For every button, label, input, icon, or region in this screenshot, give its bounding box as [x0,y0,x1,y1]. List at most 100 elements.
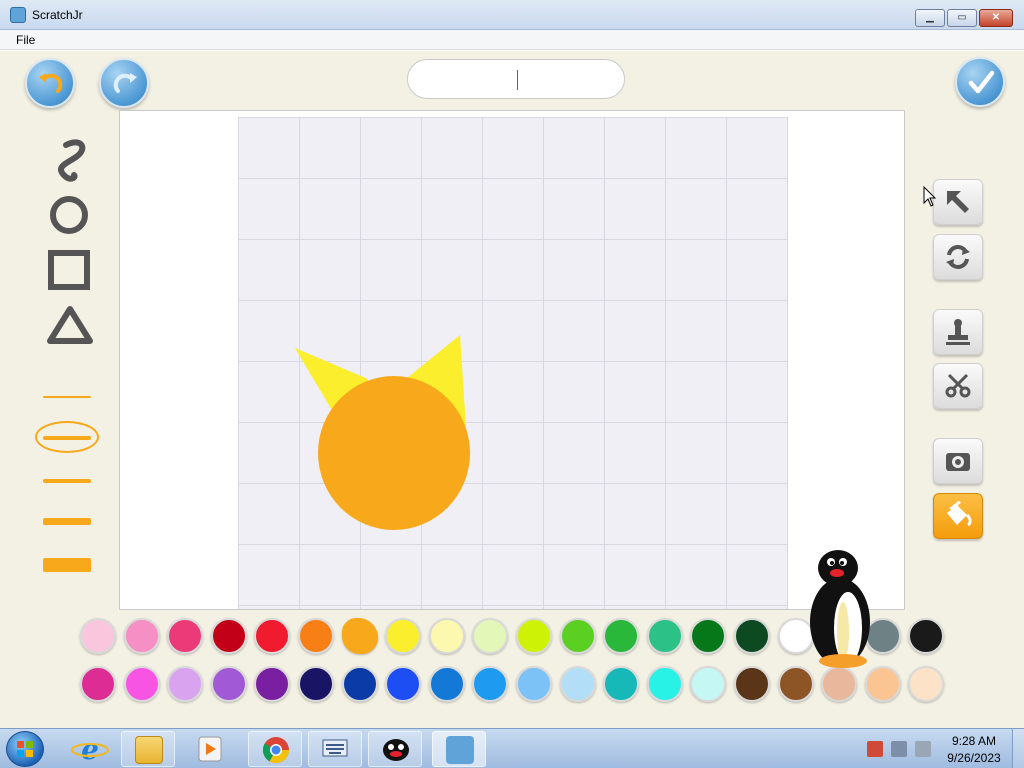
media-player-icon[interactable] [190,733,230,765]
color-swatch[interactable] [123,666,160,702]
pingu-sprite[interactable] [805,548,875,673]
color-swatch[interactable] [690,666,727,702]
color-swatch[interactable] [385,666,422,702]
color-swatch[interactable] [603,666,640,702]
minimize-button[interactable]: ▁ [915,9,945,27]
cut-tool[interactable] [933,363,983,409]
line-width-medium[interactable] [43,436,91,440]
circle-icon [50,196,88,234]
triangle-tool[interactable] [44,301,96,349]
start-button[interactable] [6,731,44,767]
checkmark-icon [968,70,995,94]
window-title: ScratchJr [32,8,83,22]
color-swatch[interactable] [472,618,509,654]
color-swatch[interactable] [341,666,378,702]
fill-tool[interactable] [933,493,983,539]
triangle-icon [47,306,93,344]
menu-file[interactable]: File [16,33,35,47]
chrome-icon [262,737,290,764]
color-swatch[interactable] [254,618,291,654]
taskbar-pingu-app[interactable] [368,731,422,767]
stamp-tool[interactable] [933,309,983,355]
done-button[interactable] [955,57,1005,107]
close-button[interactable]: ✕ [979,9,1013,27]
camera-icon [946,453,970,471]
scissors-icon [945,373,971,398]
color-swatch[interactable] [603,618,640,654]
taskbar-chrome[interactable] [248,731,302,767]
color-swatch[interactable] [646,618,683,654]
color-swatch[interactable] [690,618,727,654]
line-width-thin[interactable] [43,396,91,398]
curve-tool[interactable] [44,137,96,185]
show-desktop-button[interactable] [1012,729,1024,768]
folder-icon [135,736,163,764]
color-swatch[interactable] [298,618,334,654]
color-swatch[interactable] [516,618,552,654]
arrow-icon [947,191,969,213]
color-swatch[interactable] [80,666,116,702]
windows-taskbar: e 9:28 AM 9/26/2023 [0,728,1024,768]
circle-tool[interactable] [44,191,96,239]
color-swatch[interactable] [516,666,552,702]
rectangle-icon [48,250,90,290]
color-swatch[interactable] [559,618,596,654]
rotate-icon [946,245,970,269]
color-swatch[interactable] [734,666,770,702]
grid-area[interactable] [238,117,788,609]
scratchjr-app-icon [10,7,26,23]
volume-muted-icon[interactable] [915,741,931,757]
network-icon[interactable] [891,741,907,757]
color-swatch[interactable] [210,618,247,654]
color-swatch[interactable] [908,618,945,654]
paint-editor [0,51,1024,728]
window-titlebar: ScratchJr ▁ ▭ ✕ [0,0,1024,30]
maximize-button[interactable]: ▭ [947,9,977,27]
color-swatch[interactable] [472,666,509,702]
curve-icon [58,139,86,182]
color-swatch[interactable] [210,666,247,702]
paint-bucket-icon [947,501,972,527]
taskbar-keyboard-app[interactable] [308,731,362,767]
mouse-cursor-icon [923,186,937,207]
color-swatch[interactable] [646,666,683,702]
color-swatch[interactable] [385,618,422,654]
taskbar-explorer-folder[interactable] [121,731,175,767]
pingu-icon [383,739,409,761]
color-swatch[interactable] [428,666,465,702]
select-tool[interactable] [933,179,983,225]
color-swatch[interactable] [428,618,465,654]
svg-text:e: e [81,733,99,765]
rotate-tool[interactable] [933,234,983,280]
color-swatch[interactable] [167,618,204,654]
clock-date[interactable]: 9/26/2023 [940,751,1008,765]
scratchjr-icon [446,736,474,764]
line-width-thicker[interactable] [43,518,91,525]
color-swatch[interactable] [559,666,596,702]
clock-time[interactable]: 9:28 AM [944,734,1004,748]
color-swatch[interactable] [254,666,291,702]
head-circle-shape[interactable] [318,376,470,530]
action-center-flag-icon[interactable] [867,741,883,757]
line-width-thick[interactable] [43,479,91,483]
camera-tool[interactable] [933,438,983,484]
undo-icon [39,73,63,93]
color-swatch-selected[interactable] [341,618,378,654]
color-swatch[interactable] [298,666,334,702]
shape-name-field[interactable] [407,59,625,99]
color-swatch[interactable] [734,618,770,654]
line-width-thickest[interactable] [43,558,91,572]
keyboard-icon [322,739,348,757]
drawing-canvas[interactable] [119,110,905,610]
rectangle-tool[interactable] [44,245,96,293]
color-swatch[interactable] [80,618,116,654]
taskbar-scratchjr[interactable] [432,731,486,767]
color-swatch[interactable] [908,666,945,702]
redo-button[interactable] [99,58,149,108]
character-drawing[interactable] [238,117,788,609]
internet-explorer-icon[interactable]: e [68,733,112,766]
windows-logo-icon [17,741,33,757]
color-swatch[interactable] [167,666,204,702]
color-swatch[interactable] [123,618,160,654]
undo-button[interactable] [25,58,75,108]
